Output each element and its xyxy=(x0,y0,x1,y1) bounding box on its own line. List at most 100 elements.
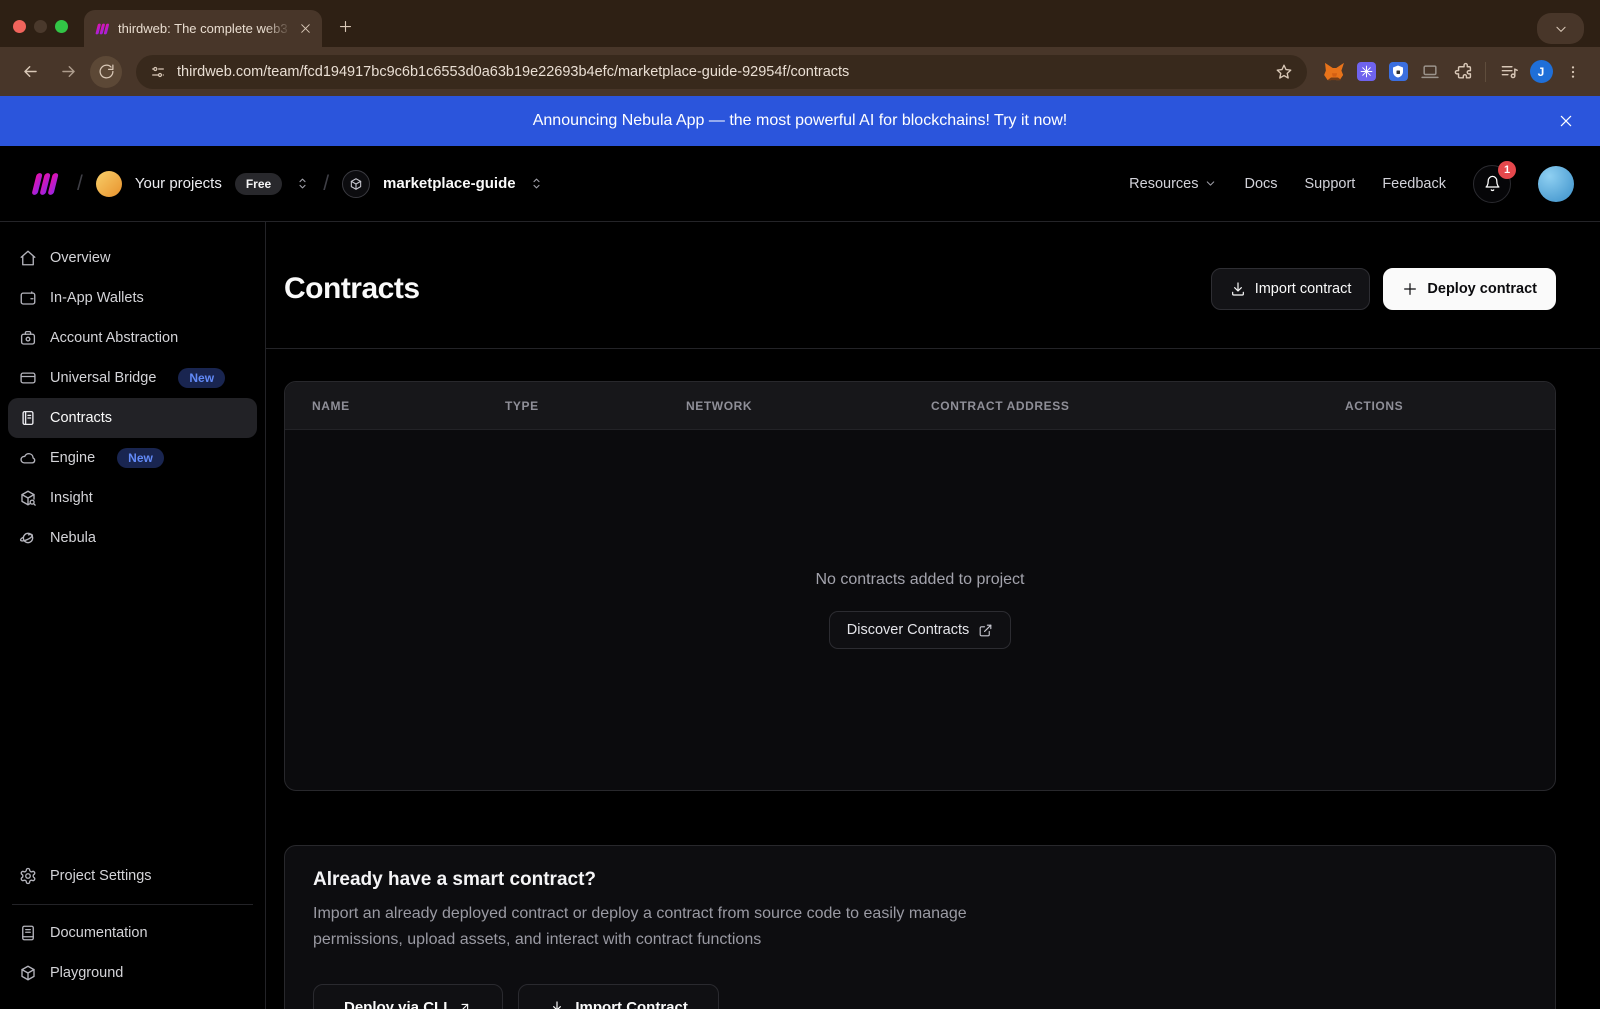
column-contract-address: CONTRACT ADDRESS xyxy=(931,399,1345,413)
sidebar-item-playground[interactable]: Playground xyxy=(8,953,257,993)
thirdweb-favicon xyxy=(94,21,110,37)
nav-resources[interactable]: Resources xyxy=(1129,176,1217,192)
team-switcher-chevrons-icon[interactable] xyxy=(295,175,310,192)
new-badge: New xyxy=(117,448,164,468)
new-tab-button[interactable] xyxy=(332,13,358,39)
forward-button[interactable] xyxy=(52,56,84,88)
bookmark-star-icon[interactable] xyxy=(1275,63,1293,81)
cloud-icon xyxy=(19,449,37,467)
arrow-up-right-icon xyxy=(457,1000,472,1009)
extensions-button[interactable] xyxy=(1449,59,1475,85)
deploy-via-cli-button[interactable]: Deploy via CLI xyxy=(313,984,503,1009)
metamask-extension-icon[interactable] xyxy=(1321,59,1347,85)
tab-search-button[interactable] xyxy=(1537,13,1584,44)
sidebar-item-in-app-wallets[interactable]: In-App Wallets xyxy=(8,278,257,318)
announcement-banner[interactable]: Announcing Nebula App — the most powerfu… xyxy=(0,96,1600,146)
account-avatar[interactable] xyxy=(1538,166,1574,202)
team-avatar[interactable] xyxy=(96,171,122,197)
team-name[interactable]: Your projects xyxy=(135,175,222,192)
cta-title: Already have a smart contract? xyxy=(313,869,1527,891)
fox-icon xyxy=(1324,62,1345,81)
arrow-right-icon xyxy=(59,62,78,81)
page-title: Contracts xyxy=(284,272,420,306)
minimize-window-button[interactable] xyxy=(34,20,47,33)
notification-badge: 1 xyxy=(1498,161,1516,179)
app-header: / Your projects Free / marketplace-guide… xyxy=(0,146,1600,222)
discover-contracts-button[interactable]: Discover Contracts xyxy=(829,611,1011,649)
tab-close-icon[interactable] xyxy=(299,22,312,35)
deploy-via-cli-label: Deploy via CLI xyxy=(344,999,447,1009)
sidebar-label: Contracts xyxy=(50,410,112,426)
sidebar-label: Playground xyxy=(50,965,123,981)
shield-extension-icon[interactable] xyxy=(1385,59,1411,85)
browser-tab[interactable]: thirdweb: The complete web3 xyxy=(84,10,322,47)
contract-document-icon xyxy=(19,409,37,427)
back-button[interactable] xyxy=(14,56,46,88)
sidebar-label: Nebula xyxy=(50,530,96,546)
sidebar-item-documentation[interactable]: Documentation xyxy=(8,913,257,953)
zoom-window-button[interactable] xyxy=(55,20,68,33)
section-divider xyxy=(266,348,1600,349)
breadcrumb: / Your projects Free / marketplace-guide xyxy=(26,170,544,198)
sidebar-item-universal-bridge[interactable]: Universal Bridge New xyxy=(8,358,257,398)
project-switcher-chevrons-icon[interactable] xyxy=(529,175,544,192)
deploy-contract-button[interactable]: Deploy contract xyxy=(1383,268,1556,310)
smart-account-icon xyxy=(19,329,37,347)
breadcrumb-separator-2: / xyxy=(323,172,329,196)
sidebar: Overview In-App Wallets Account Abstract… xyxy=(0,222,266,1009)
bell-icon xyxy=(1484,175,1501,192)
nav-support[interactable]: Support xyxy=(1305,176,1356,192)
import-contract-cta-button[interactable]: Import Contract xyxy=(518,984,719,1009)
sidebar-label: Universal Bridge xyxy=(50,370,156,386)
phantom-extension-icon[interactable] xyxy=(1353,59,1379,85)
sidebar-divider xyxy=(12,904,253,905)
url-text[interactable]: thirdweb.com/team/fcd194917bc9c6b1c6553d… xyxy=(177,64,1264,80)
sidebar-item-account-abstraction[interactable]: Account Abstraction xyxy=(8,318,257,358)
kebab-menu-icon xyxy=(1565,64,1581,80)
banner-close-button[interactable] xyxy=(1548,96,1584,146)
plan-badge: Free xyxy=(235,173,282,195)
url-bar[interactable]: thirdweb.com/team/fcd194917bc9c6b1c6553d… xyxy=(136,55,1307,89)
sidebar-item-overview[interactable]: Overview xyxy=(8,238,257,278)
external-link-icon xyxy=(978,623,993,638)
nav-feedback[interactable]: Feedback xyxy=(1382,176,1446,192)
sidebar-item-engine[interactable]: Engine New xyxy=(8,438,257,478)
media-controls-button[interactable] xyxy=(1496,59,1522,85)
plus-icon xyxy=(1402,281,1418,297)
arrow-left-icon xyxy=(21,62,40,81)
sidebar-item-project-settings[interactable]: Project Settings xyxy=(8,856,257,896)
snowflake-icon xyxy=(1357,62,1376,81)
reload-button[interactable] xyxy=(90,56,122,88)
laptop-extension-icon[interactable] xyxy=(1417,59,1443,85)
download-icon xyxy=(1230,281,1246,297)
thirdweb-logo[interactable] xyxy=(26,171,64,197)
sidebar-label: Account Abstraction xyxy=(50,330,178,346)
project-name[interactable]: marketplace-guide xyxy=(383,175,516,192)
table-empty-state: No contracts added to project Discover C… xyxy=(285,430,1555,790)
reload-icon xyxy=(98,63,115,80)
discover-contracts-label: Discover Contracts xyxy=(847,622,969,638)
window-controls[interactable] xyxy=(13,20,68,33)
sidebar-label: Insight xyxy=(50,490,93,506)
chevron-down-icon xyxy=(1554,22,1568,36)
nav-docs[interactable]: Docs xyxy=(1244,176,1277,192)
tab-title: thirdweb: The complete web3 xyxy=(118,21,291,36)
browser-profile-button[interactable]: J xyxy=(1528,59,1554,85)
sidebar-item-insight[interactable]: Insight xyxy=(8,478,257,518)
sidebar-item-contracts[interactable]: Contracts xyxy=(8,398,257,438)
sidebar-item-nebula[interactable]: Nebula xyxy=(8,518,257,558)
profile-avatar: J xyxy=(1530,60,1553,83)
site-settings-icon[interactable] xyxy=(150,64,166,80)
import-contract-button[interactable]: Import contract xyxy=(1211,268,1371,310)
column-type: TYPE xyxy=(505,399,686,413)
project-avatar[interactable] xyxy=(342,170,370,198)
nav-resources-label: Resources xyxy=(1129,176,1198,192)
sidebar-footer: Project Settings Documentation Playgroun… xyxy=(8,856,257,993)
screen: thirdweb: The complete web3 thirdweb.com… xyxy=(0,0,1600,1009)
announcement-text[interactable]: Announcing Nebula App — the most powerfu… xyxy=(533,112,1068,130)
home-icon xyxy=(19,249,37,267)
download-icon xyxy=(549,1000,565,1009)
browser-toolbar: thirdweb.com/team/fcd194917bc9c6b1c6553d… xyxy=(0,47,1600,96)
browser-menu-button[interactable] xyxy=(1560,59,1586,85)
close-window-button[interactable] xyxy=(13,20,26,33)
